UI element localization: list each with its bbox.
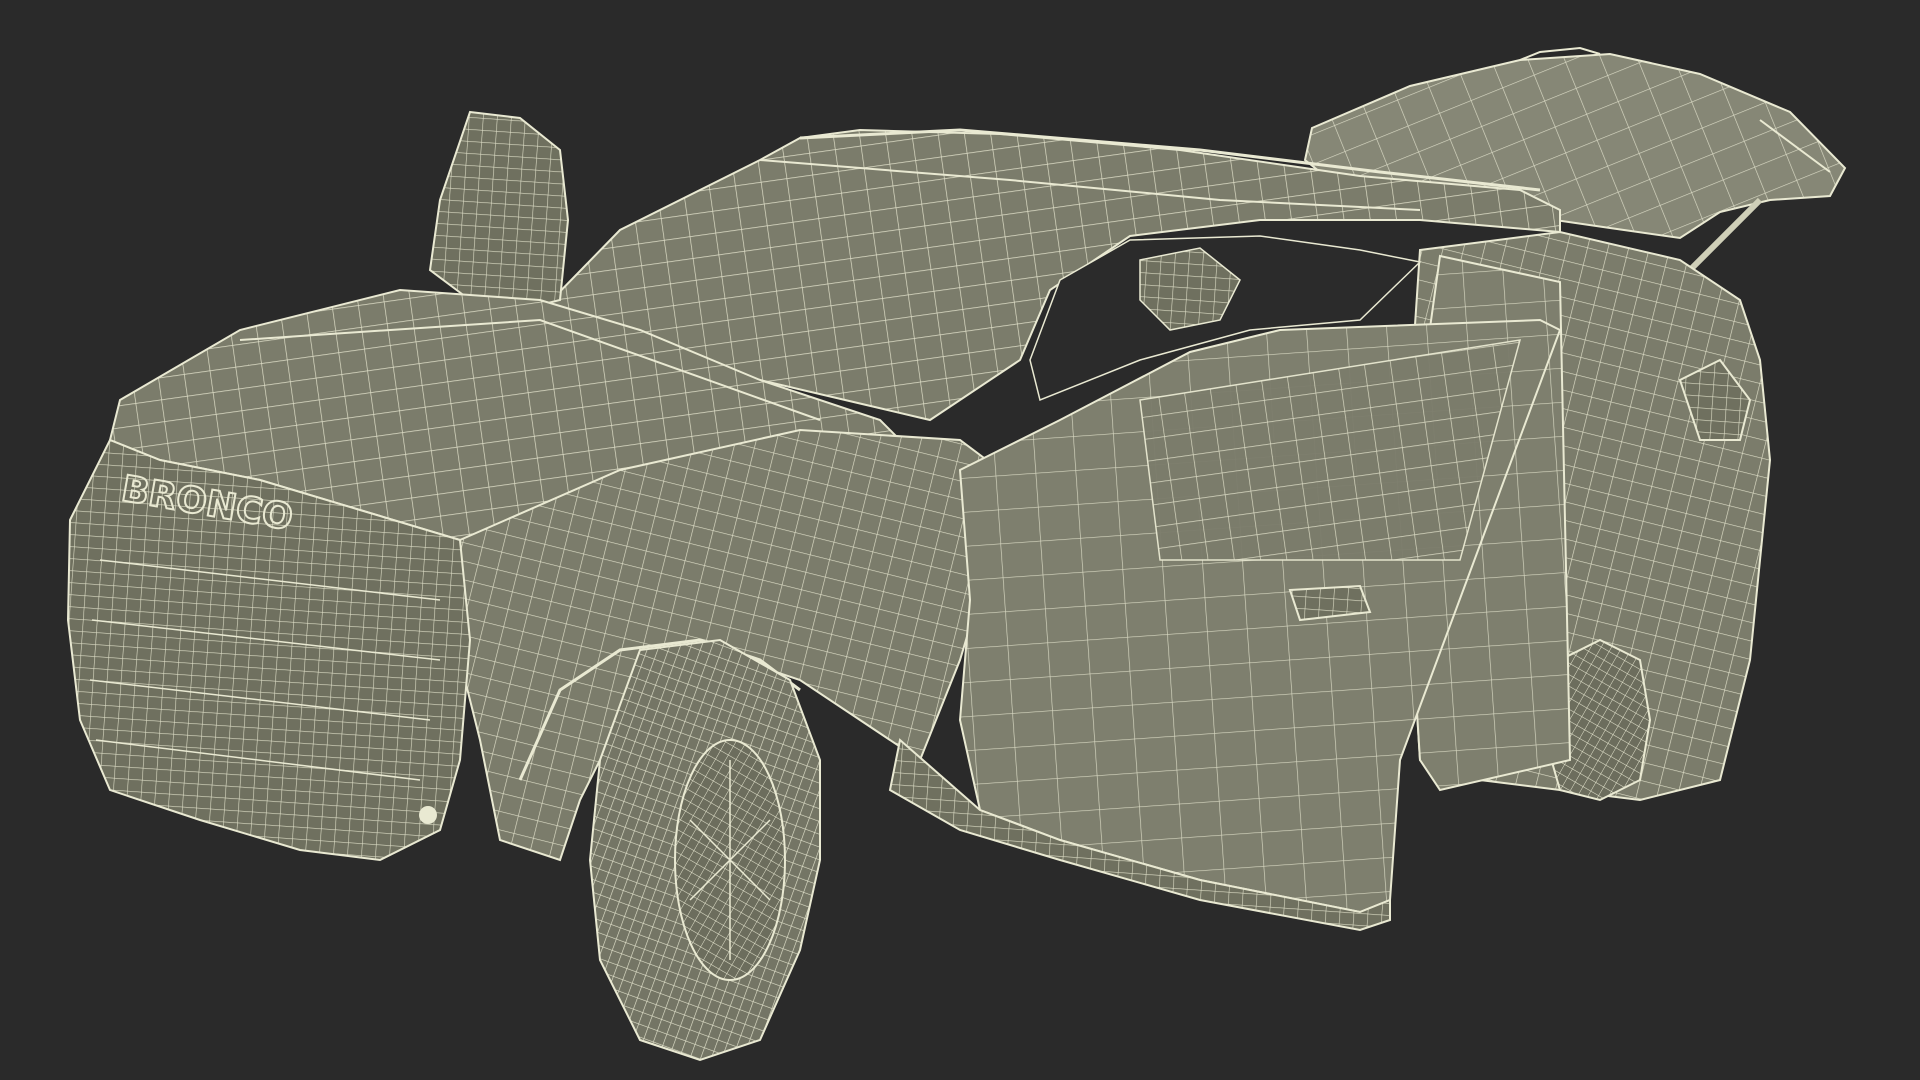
wireframe-render: BRONCO bbox=[0, 0, 1920, 1080]
3d-viewport: BRONCO bbox=[0, 0, 1920, 1080]
